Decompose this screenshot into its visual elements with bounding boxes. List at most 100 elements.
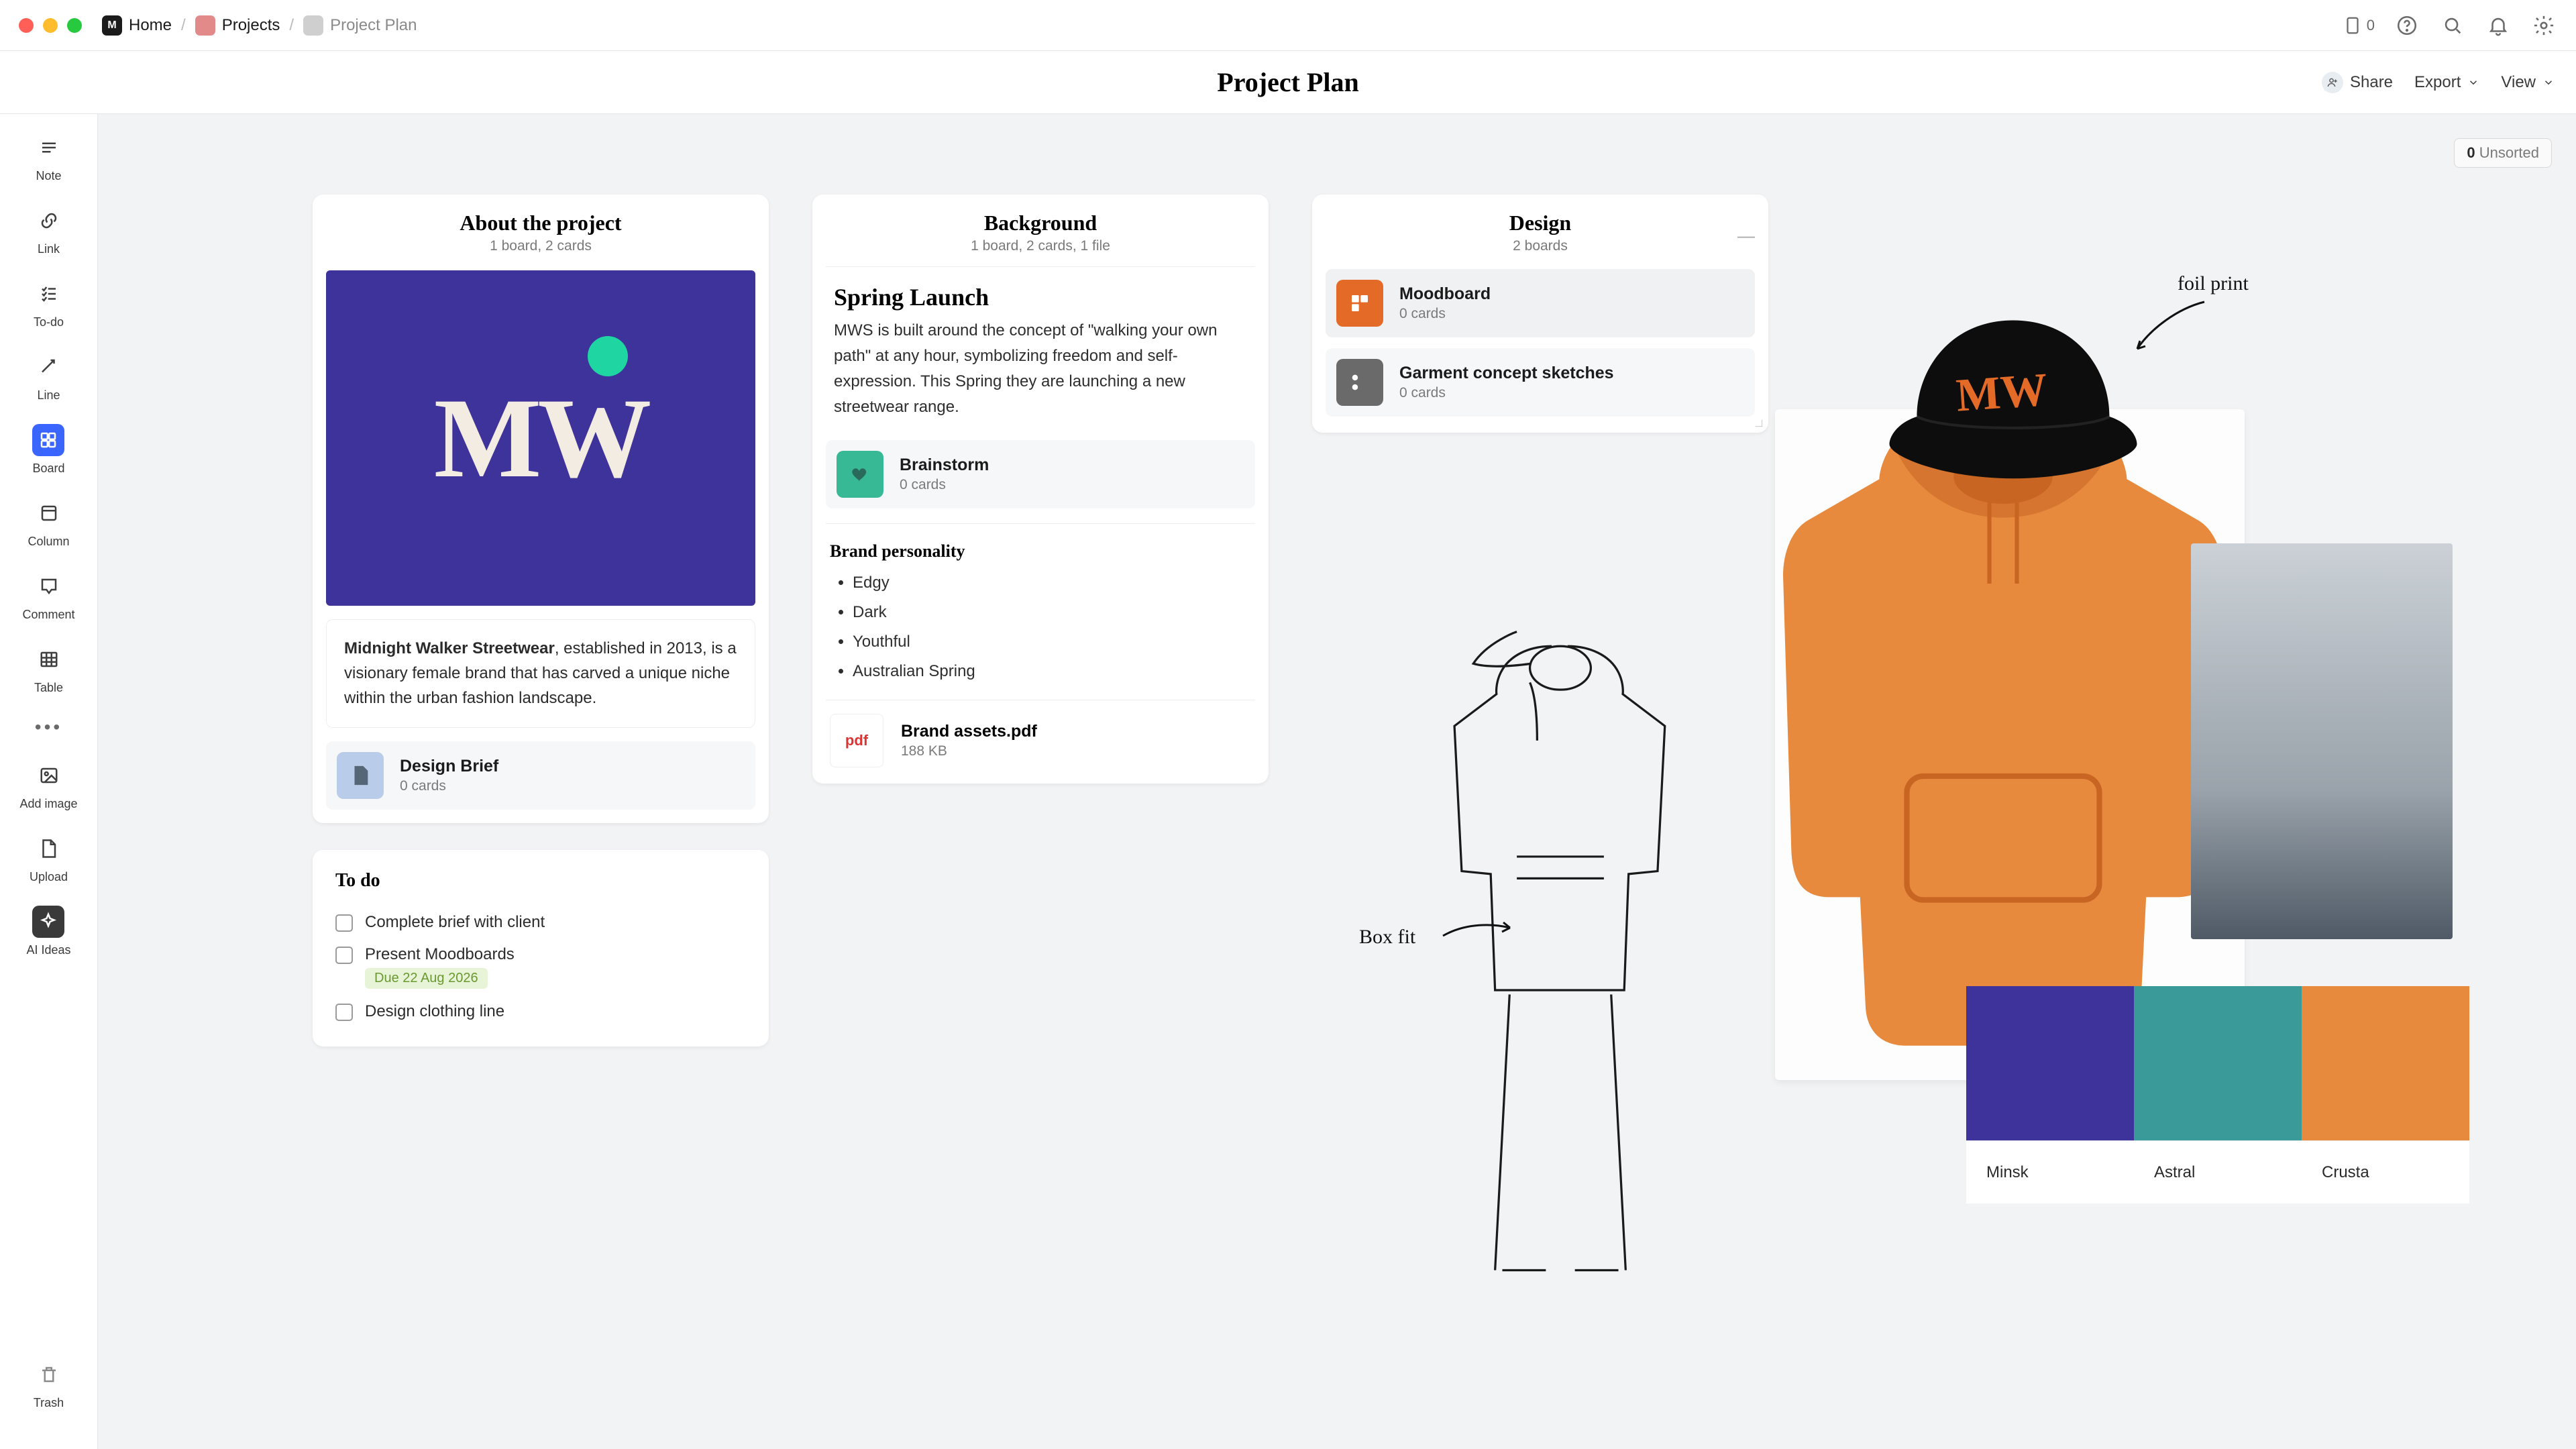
checkbox[interactable] — [335, 914, 353, 932]
card-subtitle: 1 board, 2 cards — [326, 238, 755, 254]
breadcrumb-current[interactable]: Project Plan — [303, 15, 417, 36]
card-title: Background — [826, 211, 1255, 235]
board-icon — [32, 424, 64, 456]
subcard-subtitle: 0 cards — [900, 477, 989, 493]
tool-todo[interactable]: To-do — [33, 278, 65, 329]
line-icon — [33, 351, 65, 383]
tool-upload[interactable]: Upload — [30, 833, 68, 884]
breadcrumb-separator: / — [181, 16, 186, 35]
brand-hero-image: MW — [326, 270, 755, 606]
file-attachment[interactable]: pdf Brand assets.pdf 188 KB — [826, 700, 1255, 770]
swatch-label: Astral — [2134, 1140, 2302, 1203]
card-subtitle: 1 board, 2 cards, 1 file — [826, 238, 1255, 254]
moodboard-canvas[interactable]: MW foil print — [1366, 188, 2533, 1288]
tool-trash[interactable]: Trash — [33, 1358, 65, 1410]
projects-icon — [195, 15, 215, 36]
list-item: Edgy — [853, 568, 1255, 598]
about-description[interactable]: Midnight Walker Streetwear, established … — [326, 619, 755, 728]
tool-board[interactable]: Board — [32, 424, 64, 476]
column-background[interactable]: Background 1 board, 2 cards, 1 file Spri… — [812, 195, 1269, 810]
home-icon: M — [102, 15, 122, 36]
background-text[interactable]: MWS is built around the concept of "walk… — [830, 318, 1251, 425]
help-icon[interactable] — [2394, 12, 2420, 39]
arrow-annotation — [2131, 295, 2211, 356]
table-icon — [33, 643, 65, 676]
subcard-title: Brainstorm — [900, 455, 989, 475]
tool-link[interactable]: Link — [33, 205, 65, 256]
subcard-title: Design Brief — [400, 757, 498, 776]
page-title: Project Plan — [1217, 66, 1358, 98]
file-size: 188 KB — [901, 743, 1037, 759]
swatch-color — [2302, 986, 2469, 1140]
column-icon — [33, 497, 65, 529]
tool-comment[interactable]: Comment — [22, 570, 74, 622]
search-icon[interactable] — [2439, 12, 2466, 39]
todo-due-badge: Due 22 Aug 2026 — [365, 968, 488, 989]
list-item: Australian Spring — [853, 657, 1255, 686]
view-dropdown[interactable]: View — [2501, 73, 2555, 92]
swatch-minsk[interactable]: Minsk — [1966, 986, 2134, 1203]
hat-logo-text: MW — [1954, 363, 2049, 423]
todo-text: Present Moodboards — [365, 945, 515, 964]
tool-more[interactable]: ••• — [35, 716, 62, 738]
gear-icon[interactable] — [2530, 12, 2557, 39]
todo-item[interactable]: Complete brief with client — [335, 906, 746, 938]
tool-table[interactable]: Table — [33, 643, 65, 695]
breadcrumb-home[interactable]: M Home — [102, 15, 172, 36]
todo-card[interactable]: To do Complete brief with client Present… — [313, 850, 769, 1046]
breadcrumb-label: Home — [129, 16, 172, 35]
file-name: Brand assets.pdf — [901, 722, 1037, 741]
breadcrumb-projects[interactable]: Projects — [195, 15, 280, 36]
chevron-down-icon — [2467, 76, 2479, 89]
garment-sketch[interactable] — [1373, 617, 1748, 1328]
maximize-window-icon[interactable] — [67, 18, 82, 33]
street-photo[interactable] — [2191, 543, 2453, 939]
unsorted-pill[interactable]: 0 Unsorted — [2454, 138, 2552, 168]
close-window-icon[interactable] — [19, 18, 34, 33]
comment-icon — [33, 570, 65, 602]
document-counter[interactable]: 0 — [2343, 15, 2375, 36]
heart-icon — [837, 451, 883, 498]
todo-text: Complete brief with client — [365, 913, 545, 932]
window-controls[interactable] — [19, 18, 82, 33]
breadcrumb-label: Project Plan — [330, 16, 417, 35]
tool-ai-ideas[interactable]: AI Ideas — [26, 906, 70, 957]
background-card[interactable]: Background 1 board, 2 cards, 1 file Spri… — [812, 195, 1269, 784]
canvas[interactable]: 0 Unsorted About the project 1 board, 2 … — [98, 114, 2576, 1449]
breadcrumb-separator: / — [289, 16, 294, 35]
bell-icon[interactable] — [2485, 12, 2512, 39]
tool-note[interactable]: Note — [33, 131, 65, 183]
export-dropdown[interactable]: Export — [2414, 73, 2479, 92]
todo-item[interactable]: Design clothing line — [335, 996, 746, 1028]
swatch-astral[interactable]: Astral — [2134, 986, 2302, 1203]
brainstorm-card[interactable]: Brainstorm 0 cards — [826, 440, 1255, 508]
color-palette[interactable]: Minsk Astral Crusta — [1966, 986, 2469, 1203]
design-brief-card[interactable]: Design Brief 0 cards — [326, 741, 755, 810]
about-card[interactable]: About the project 1 board, 2 cards MW Mi… — [313, 195, 769, 823]
brand-personality-list[interactable]: Edgy Dark Youthful Australian Spring — [826, 568, 1255, 686]
checkbox[interactable] — [335, 947, 353, 964]
brand-name: Midnight Walker Streetwear — [344, 639, 555, 657]
view-label: View — [2501, 73, 2536, 92]
arrow-annotation — [1440, 916, 1513, 943]
document-icon — [337, 752, 384, 799]
column-about[interactable]: About the project 1 board, 2 cards MW Mi… — [313, 195, 769, 1046]
add-user-icon — [2322, 72, 2343, 93]
share-button[interactable]: Share — [2322, 72, 2393, 93]
swatch-color — [2134, 986, 2302, 1140]
todo-item[interactable]: Present Moodboards Due 22 Aug 2026 — [335, 938, 746, 996]
tool-add-image[interactable]: Add image — [19, 759, 77, 811]
checkbox[interactable] — [335, 1004, 353, 1021]
tool-column[interactable]: Column — [28, 497, 69, 549]
tool-line[interactable]: Line — [33, 351, 65, 402]
swatch-crusta[interactable]: Crusta — [2302, 986, 2469, 1203]
brand-dot — [588, 336, 628, 376]
list-item: Dark — [853, 598, 1255, 627]
handwritten-note: Box fit — [1359, 926, 1415, 949]
note-icon — [33, 131, 65, 164]
breadcrumb: M Home / Projects / Project Plan — [102, 15, 417, 36]
bucket-hat-image[interactable]: MW — [1876, 288, 2151, 490]
handwritten-note: foil print — [2178, 272, 2249, 295]
minimize-window-icon[interactable] — [43, 18, 58, 33]
todo-title: To do — [335, 870, 746, 892]
